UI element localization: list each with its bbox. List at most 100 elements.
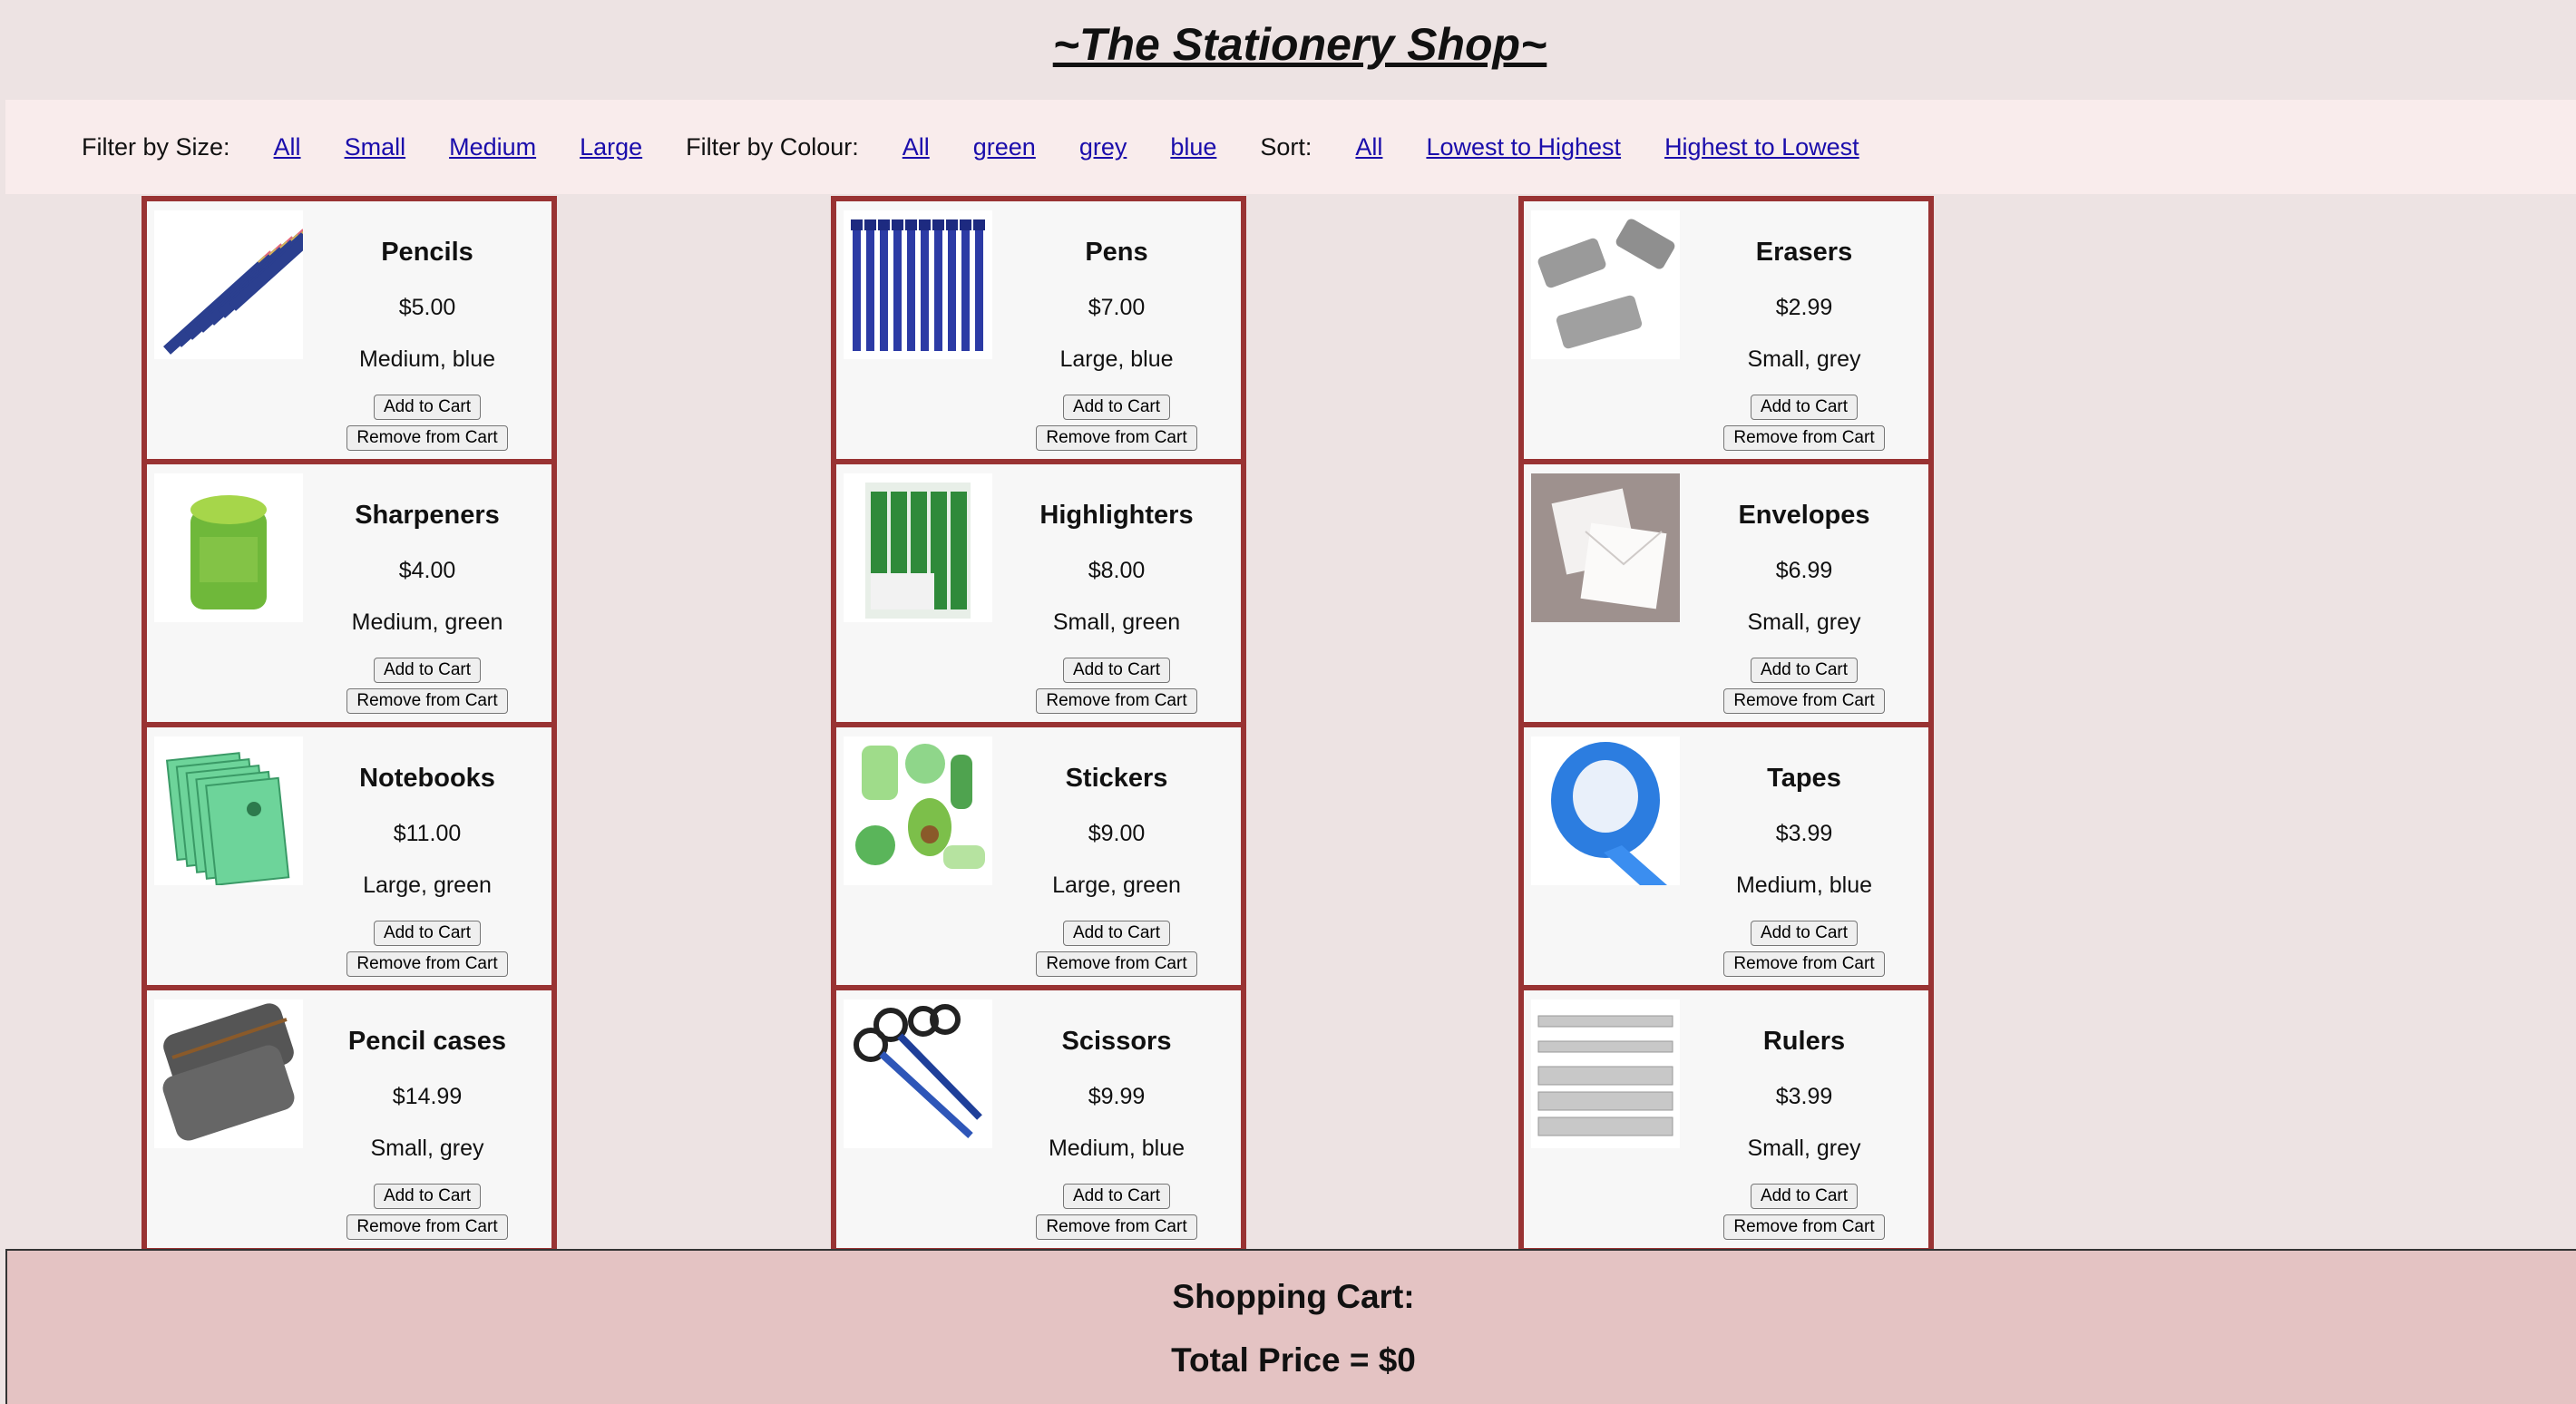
remove-from-cart-button[interactable]: Remove from Cart [346,951,508,977]
colour-filter-label: Filter by Colour: [686,132,859,161]
pencils-image [154,210,303,359]
sort-all[interactable]: All [1355,133,1382,161]
cart-heading: Shopping Cart: [1172,1278,1415,1315]
filter-bar: Filter by Size: All Small Medium Large F… [5,100,2576,194]
product-description: Large, green [363,873,492,898]
colour-filter-green[interactable]: green [973,133,1036,161]
envelopes-image [1531,473,1680,622]
add-to-cart-button[interactable]: Add to Cart [373,395,482,420]
tape-image [1531,736,1680,885]
product-name: Scissors [1061,1027,1172,1056]
product-price: $14.99 [392,1084,463,1109]
product-info: Stickers $9.00 Large, green Add to Cart … [992,727,1241,977]
stickers-image [844,736,992,885]
remove-from-cart-button[interactable]: Remove from Cart [1036,688,1197,714]
add-to-cart-button[interactable]: Add to Cart [1750,921,1859,946]
add-to-cart-button[interactable]: Add to Cart [1750,1184,1859,1209]
product-actions: Add to Cart Remove from Cart [1680,395,1928,451]
product-name: Pencil cases [347,1027,507,1056]
add-to-cart-button[interactable]: Add to Cart [373,921,482,946]
product-card: Tapes $3.99 Medium, blue Add to Cart Rem… [1524,727,1928,985]
add-to-cart-button[interactable]: Add to Cart [1062,1184,1171,1209]
product-price: $3.99 [1775,1084,1833,1109]
product-actions: Add to Cart Remove from Cart [303,1184,551,1240]
add-to-cart-button[interactable]: Add to Cart [373,1184,482,1209]
product-price: $9.00 [1088,821,1146,846]
product-card: Stickers $9.00 Large, green Add to Cart … [836,727,1241,985]
product-info: Highlighters $8.00 Small, green Add to C… [992,464,1241,714]
product-price: $2.99 [1775,295,1833,320]
product-card: Sharpeners $4.00 Medium, green Add to Ca… [147,464,551,722]
product-column: Pens $7.00 Large, blue Add to Cart Remov… [831,196,1246,1253]
size-filter-medium[interactable]: Medium [449,133,536,161]
product-card: Notebooks $11.00 Large, green Add to Car… [147,727,551,985]
remove-from-cart-button[interactable]: Remove from Cart [1036,951,1197,977]
sharpener-image [154,473,303,622]
product-info: Notebooks $11.00 Large, green Add to Car… [303,727,551,977]
product-actions: Add to Cart Remove from Cart [1680,921,1928,977]
product-description: Small, grey [370,1136,484,1161]
product-card: Pens $7.00 Large, blue Add to Cart Remov… [836,201,1241,459]
colour-filter-grey[interactable]: grey [1079,133,1127,161]
product-description: Small, grey [1747,346,1861,372]
product-name: Envelopes [1738,501,1870,530]
remove-from-cart-button[interactable]: Remove from Cart [1723,1214,1885,1240]
remove-from-cart-button[interactable]: Remove from Cart [346,1214,508,1240]
add-to-cart-button[interactable]: Add to Cart [1062,395,1171,420]
remove-from-cart-button[interactable]: Remove from Cart [1723,425,1885,451]
product-price: $5.00 [398,295,456,320]
product-info: Pencil cases $14.99 Small, grey Add to C… [303,990,551,1240]
add-to-cart-button[interactable]: Add to Cart [373,658,482,683]
product-name: Notebooks [359,764,495,793]
product-actions: Add to Cart Remove from Cart [992,658,1241,714]
product-name: Tapes [1767,764,1841,793]
product-name: Erasers [1755,238,1853,267]
product-info: Sharpeners $4.00 Medium, green Add to Ca… [303,464,551,714]
product-actions: Add to Cart Remove from Cart [303,921,551,977]
add-to-cart-button[interactable]: Add to Cart [1750,658,1859,683]
product-card: Pencils $5.00 Medium, blue Add to Cart R… [147,201,551,459]
product-name: Rulers [1762,1027,1846,1056]
remove-from-cart-button[interactable]: Remove from Cart [1723,951,1885,977]
rulers-image [1531,999,1680,1148]
remove-from-cart-button[interactable]: Remove from Cart [346,425,508,451]
add-to-cart-button[interactable]: Add to Cart [1062,921,1171,946]
add-to-cart-button[interactable]: Add to Cart [1750,395,1859,420]
product-actions: Add to Cart Remove from Cart [1680,1184,1928,1240]
size-filter-label: Filter by Size: [82,132,230,161]
product-actions: Add to Cart Remove from Cart [992,395,1241,451]
colour-filter-all[interactable]: All [903,133,930,161]
remove-from-cart-button[interactable]: Remove from Cart [1723,688,1885,714]
product-description: Small, grey [1747,1136,1861,1161]
product-actions: Add to Cart Remove from Cart [1680,658,1928,714]
remove-from-cart-button[interactable]: Remove from Cart [1036,425,1197,451]
product-info: Pens $7.00 Large, blue Add to Cart Remov… [992,201,1241,451]
remove-from-cart-button[interactable]: Remove from Cart [346,688,508,714]
page-title: ~The Stationery Shop~ [1052,19,1547,70]
product-price: $6.99 [1775,558,1833,583]
product-info: Envelopes $6.99 Small, grey Add to Cart … [1680,464,1928,714]
product-info: Erasers $2.99 Small, grey Add to Cart Re… [1680,201,1928,451]
pens-image [844,210,992,359]
product-card: Erasers $2.99 Small, grey Add to Cart Re… [1524,201,1928,459]
add-to-cart-button[interactable]: Add to Cart [1062,658,1171,683]
notebooks-image [154,736,303,885]
product-description: Large, blue [1059,346,1174,372]
product-description: Medium, blue [1735,873,1873,898]
colour-filter-blue[interactable]: blue [1170,133,1216,161]
size-filter-small[interactable]: Small [345,133,406,161]
size-filter-large[interactable]: Large [580,133,642,161]
remove-from-cart-button[interactable]: Remove from Cart [1036,1214,1197,1240]
sort-highest-to-lowest[interactable]: Highest to Lowest [1664,133,1859,161]
product-card: Highlighters $8.00 Small, green Add to C… [836,464,1241,722]
product-description: Medium, green [351,609,503,635]
product-actions: Add to Cart Remove from Cart [303,395,551,451]
sort-lowest-to-highest[interactable]: Lowest to Highest [1426,133,1621,161]
shopping-cart: Shopping Cart: Total Price = $0 [5,1249,2576,1404]
product-card: Scissors $9.99 Medium, blue Add to Cart … [836,990,1241,1248]
product-actions: Add to Cart Remove from Cart [992,1184,1241,1240]
product-name: Pens [1085,238,1148,267]
product-info: Scissors $9.99 Medium, blue Add to Cart … [992,990,1241,1240]
size-filter-all[interactable]: All [274,133,301,161]
product-card: Rulers $3.99 Small, grey Add to Cart Rem… [1524,990,1928,1248]
